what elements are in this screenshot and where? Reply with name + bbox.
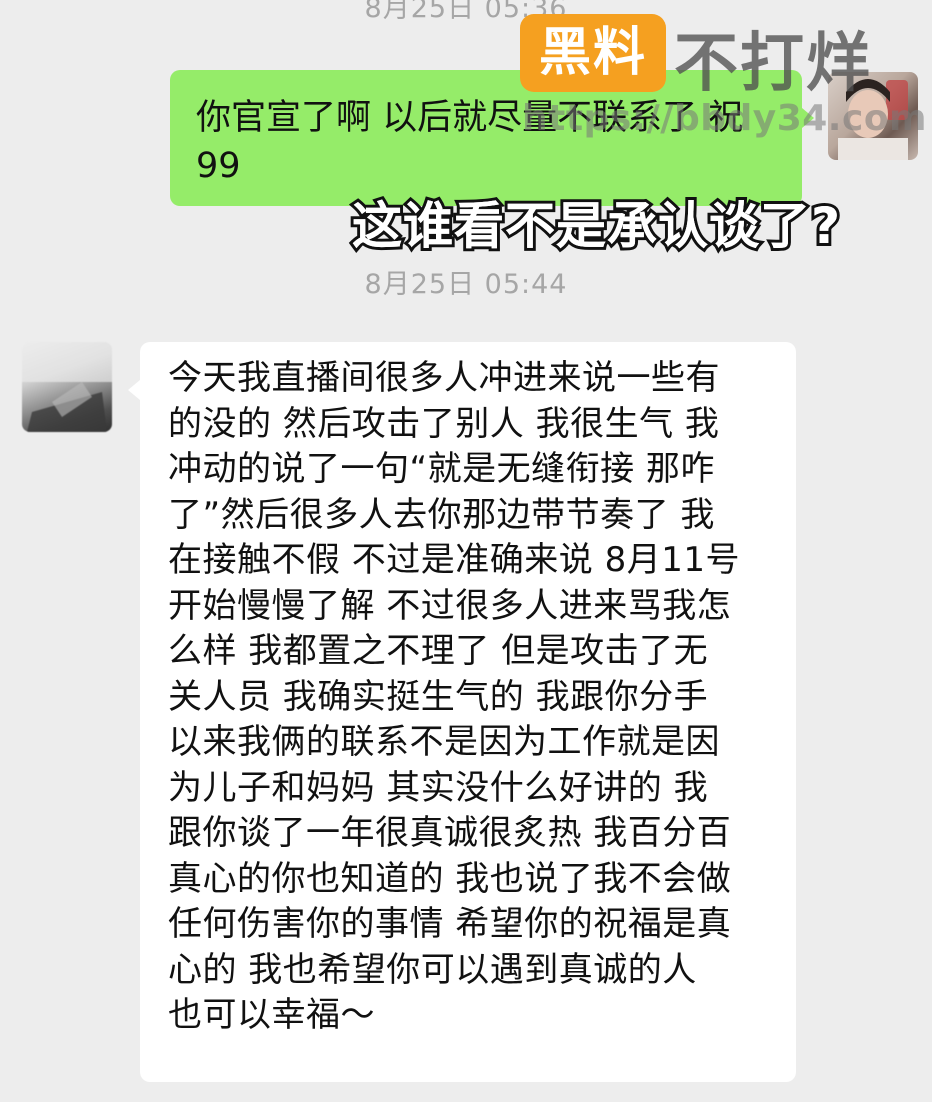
received-message-line: 也可以幸福～ xyxy=(168,995,375,1035)
overlay-caption: 这谁看不是承认谈了? xyxy=(352,197,842,255)
received-message-line: 以来我俩的联系不是因为工作就是因 xyxy=(168,722,720,762)
sent-message-line: 99 xyxy=(196,146,241,186)
avatar-photo-icon xyxy=(22,342,112,432)
watermark-text: 不打烊 xyxy=(674,27,872,101)
received-message-line: 么样 我都置之不理了 但是攻击了无 xyxy=(168,631,709,671)
received-message-line: 跟你谈了一年很真诚很炙热 我百分百 xyxy=(168,813,732,853)
received-message-line: 今天我直播间很多人冲进来说一些有 xyxy=(168,358,720,398)
received-message-line: 关人员 我确实挺生气的 我跟你分手 xyxy=(168,676,709,717)
received-message-bubble[interactable]: 今天我直播间很多人冲进来说一些有 的没的 然后攻击了别人 我很生气 我 冲动的说… xyxy=(128,342,796,1082)
received-message-line: 开始慢慢了解 不过很多人进来骂我怎 xyxy=(168,585,732,626)
timestamp-middle: 8月25日 05:44 xyxy=(364,269,568,300)
received-message-line: 任何伤害你的事情 希望你的祝福是真 xyxy=(168,904,732,944)
watermark-url: https://bbdy34.com xyxy=(522,98,928,139)
received-message-line: 真心的你也知道的 我也说了我不会做 xyxy=(168,858,732,899)
received-message-line: 为儿子和妈妈 其实没什么好讲的 我 xyxy=(168,767,709,808)
received-message-line: 的没的 然后攻击了别人 我很生气 我 xyxy=(168,403,720,444)
received-message-line: 冲动的说了一句“就是无缝衔接 那咋 xyxy=(168,449,715,489)
contact-avatar[interactable] xyxy=(22,342,112,432)
watermark-badge: 黑料 xyxy=(520,14,666,92)
received-message-line: 在接触不假 不过是准确来说 8月11号 xyxy=(168,540,741,580)
received-message-line: 了”然后很多人去你那边带节奏了 我 xyxy=(168,494,715,535)
received-message-line: 心的 我也希望你可以遇到真诚的人 xyxy=(168,949,697,990)
